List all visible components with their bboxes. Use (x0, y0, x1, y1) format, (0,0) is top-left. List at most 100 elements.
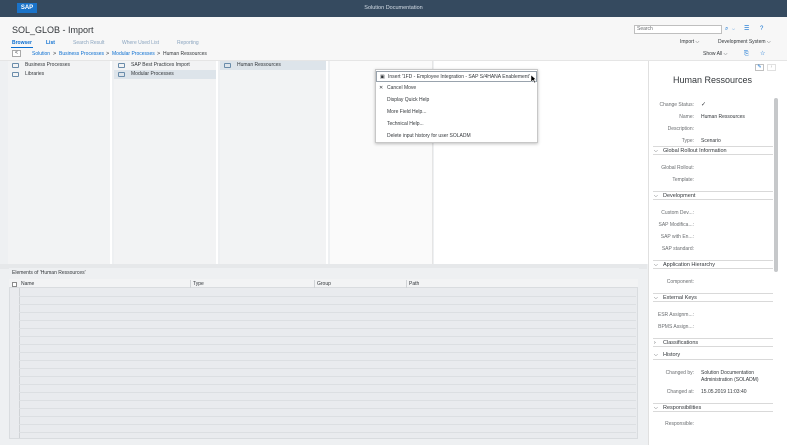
column-divider (190, 280, 191, 288)
menu-item-label: Insert '1FD - Employee Integration - SAP… (388, 74, 530, 80)
breadcrumb-separator: > (53, 50, 57, 57)
chevron-down-icon: ⌵ (654, 262, 658, 268)
export-icon[interactable]: ⎘ (744, 50, 749, 58)
section-classifications[interactable]: › Classifications (653, 338, 773, 347)
folder-icon (118, 72, 125, 77)
esr-assignment-label: ESR Assignm...: (657, 312, 694, 318)
custom-dev-label: Custom Dev...: (661, 210, 694, 216)
menu-item-label: Display Quick Help (387, 97, 430, 103)
list-item[interactable]: SAP Best Practices Import (114, 61, 218, 70)
section-development[interactable]: ⌵ Development (653, 191, 773, 200)
layout-icon[interactable]: ☰ (744, 25, 749, 33)
global-rollout-label: Global Rollout: (661, 165, 694, 171)
column-level-1: Business Processes Libraries (8, 61, 112, 264)
column-header-group[interactable]: Group (317, 281, 331, 287)
change-status-label: Change Status: (659, 102, 694, 108)
section-title: Application Hierarchy (663, 262, 715, 268)
chevron-down-icon[interactable]: ⌵ (732, 25, 735, 33)
section-external-keys[interactable]: ⌵ External Keys (653, 293, 773, 302)
system-menu-button[interactable]: Development System ⌵ (718, 39, 771, 45)
back-button[interactable]: < (12, 50, 21, 57)
favorite-icon[interactable]: ☆ (760, 50, 765, 58)
list-item-label: Human Ressources (237, 62, 281, 68)
show-all-button[interactable]: Show All ⌵ (703, 51, 727, 57)
section-history[interactable]: ⌵ History (653, 351, 773, 360)
chevron-down-icon: ⌵ (654, 352, 658, 358)
column-divider (314, 280, 315, 288)
tab-where-used-list[interactable]: Where Used List (122, 40, 159, 46)
table-row (19, 368, 636, 369)
section-title: Development (663, 193, 696, 199)
table-row (19, 392, 636, 393)
list-item[interactable]: Libraries (8, 70, 112, 79)
edit-button[interactable]: ✎ (755, 64, 764, 71)
column-level-2: SAP Best Practices Import Modular Proces… (114, 61, 218, 264)
detail-scrollbar[interactable] (774, 98, 778, 272)
menu-item-label: Cancel Move (387, 85, 417, 91)
import-menu-button[interactable]: Import ⌵ (680, 39, 699, 45)
list-item[interactable]: Human Ressources (220, 61, 326, 70)
list-item-label: SAP Best Practices Import (131, 62, 190, 68)
tab-browser[interactable]: Browser (12, 40, 32, 46)
section-application-hierarchy[interactable]: ⌵ Application Hierarchy (653, 260, 773, 269)
menu-item-insert[interactable]: ▣ Insert '1FD - Employee Integration - S… (376, 71, 537, 82)
column-divider (406, 280, 407, 288)
tab-search-result[interactable]: Search Result (73, 40, 104, 46)
tab-active-indicator (11, 47, 33, 48)
page-title: SOL_GLOB - Import (12, 25, 94, 35)
sap-with-enhancement-label: SAP with En...: (660, 234, 694, 240)
chevron-down-icon: ⌵ (654, 148, 658, 154)
table-row (19, 400, 636, 401)
tab-reporting[interactable]: Reporting (177, 40, 199, 46)
changed-by-value-line2: Administration (SOLADM) (701, 377, 759, 383)
breadcrumb-modular-processes[interactable]: Modular Processes (112, 51, 155, 57)
breadcrumb-solution[interactable]: Solution (32, 51, 50, 57)
name-label: Name: (679, 114, 694, 120)
table-row (19, 336, 636, 337)
breadcrumb-human-ressources: Human Ressources (163, 51, 207, 57)
chevron-down-icon: ⌵ (654, 193, 658, 199)
change-status-value: ✓ (701, 102, 707, 108)
table-row (19, 344, 636, 345)
column-header-type[interactable]: Type (193, 281, 204, 287)
table-row (19, 312, 636, 313)
table-row (19, 296, 636, 297)
table-row (19, 376, 636, 377)
section-global-rollout[interactable]: ⌵ Global Rollout Information (653, 146, 773, 155)
type-value: Scenario (701, 138, 721, 144)
bpms-assignment-label: BPMS Assign...: (658, 324, 694, 330)
breadcrumb-business-processes[interactable]: Business Processes (59, 51, 104, 57)
next-button[interactable]: › (767, 64, 776, 71)
list-item[interactable]: Business Processes (8, 61, 112, 70)
mouse-cursor-icon (531, 75, 537, 84)
help-icon[interactable]: ? (760, 25, 763, 33)
menu-item-technical-help[interactable]: Technical Help... (376, 119, 537, 130)
select-all-checkbox[interactable] (12, 282, 17, 287)
section-responsibilities[interactable]: ⌵ Responsibilities (653, 403, 773, 412)
template-label: Template: (672, 177, 694, 183)
column-header-name[interactable]: Name (21, 281, 34, 287)
list-item[interactable]: Modular Processes (114, 70, 216, 79)
folder-icon (12, 63, 19, 68)
section-title: Global Rollout Information (663, 148, 727, 154)
elements-table (9, 279, 638, 439)
menu-item-cancel-move[interactable]: ✕ Cancel Move (376, 83, 537, 94)
changed-by-label: Changed by: (665, 370, 694, 376)
folder-icon (118, 63, 125, 68)
search-icon[interactable]: ⌕ (725, 25, 728, 33)
table-row (19, 352, 636, 353)
name-value: Human Ressources (701, 114, 745, 120)
menu-item-delete-history[interactable]: Delete input history for user SOLADM (376, 131, 537, 142)
menu-item-field-help[interactable]: More Field Help... (376, 107, 537, 118)
context-menu: ▣ Insert '1FD - Employee Integration - S… (375, 69, 538, 143)
changed-at-label: Changed at: (666, 389, 694, 395)
menu-item-quick-help[interactable]: Display Quick Help (376, 95, 537, 106)
search-input[interactable]: Search (634, 25, 722, 34)
tab-list[interactable]: List (46, 40, 55, 46)
column-header-path[interactable]: Path (409, 281, 419, 287)
close-icon: ✕ (379, 85, 384, 91)
menu-item-label: More Field Help... (387, 109, 427, 115)
table-row (19, 408, 636, 409)
chevron-right-icon: › (654, 340, 656, 346)
shell-title: Solution Documentation (364, 5, 423, 11)
